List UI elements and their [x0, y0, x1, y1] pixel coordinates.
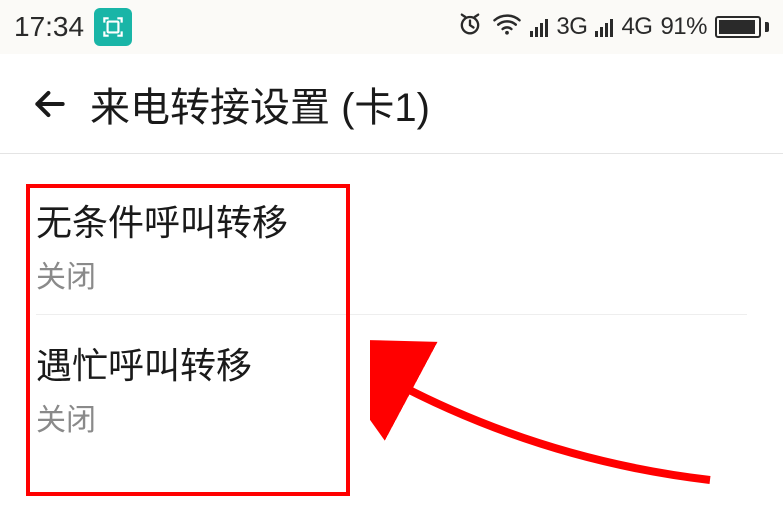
status-left: 17:34 — [14, 8, 132, 46]
setting-item-busy-forward[interactable]: 遇忙呼叫转移 关闭 — [36, 315, 747, 457]
status-time: 17:34 — [14, 11, 84, 43]
setting-status: 关闭 — [36, 395, 747, 439]
battery-icon — [715, 16, 769, 38]
status-bar: 17:34 3G — [0, 0, 783, 54]
network2-label: 4G — [621, 13, 652, 41]
status-right: 3G 4G 91% — [456, 9, 769, 46]
page-title: 来电转接设置 (卡1) — [90, 75, 430, 133]
wifi-icon — [492, 9, 522, 46]
battery-percent: 91% — [660, 13, 707, 41]
signal-bars-icon — [530, 17, 548, 37]
setting-title: 遇忙呼叫转移 — [36, 337, 747, 389]
alarm-icon — [456, 10, 484, 45]
scan-icon — [94, 8, 132, 46]
page-header: 来电转接设置 (卡1) — [0, 54, 783, 154]
signal-bars-icon — [595, 17, 613, 37]
network1-label: 3G — [556, 13, 587, 41]
back-button[interactable] — [28, 82, 72, 126]
setting-item-unconditional-forward[interactable]: 无条件呼叫转移 关闭 — [36, 172, 747, 315]
settings-list: 无条件呼叫转移 关闭 遇忙呼叫转移 关闭 — [0, 154, 783, 457]
setting-title: 无条件呼叫转移 — [36, 194, 747, 246]
setting-status: 关闭 — [36, 252, 747, 296]
